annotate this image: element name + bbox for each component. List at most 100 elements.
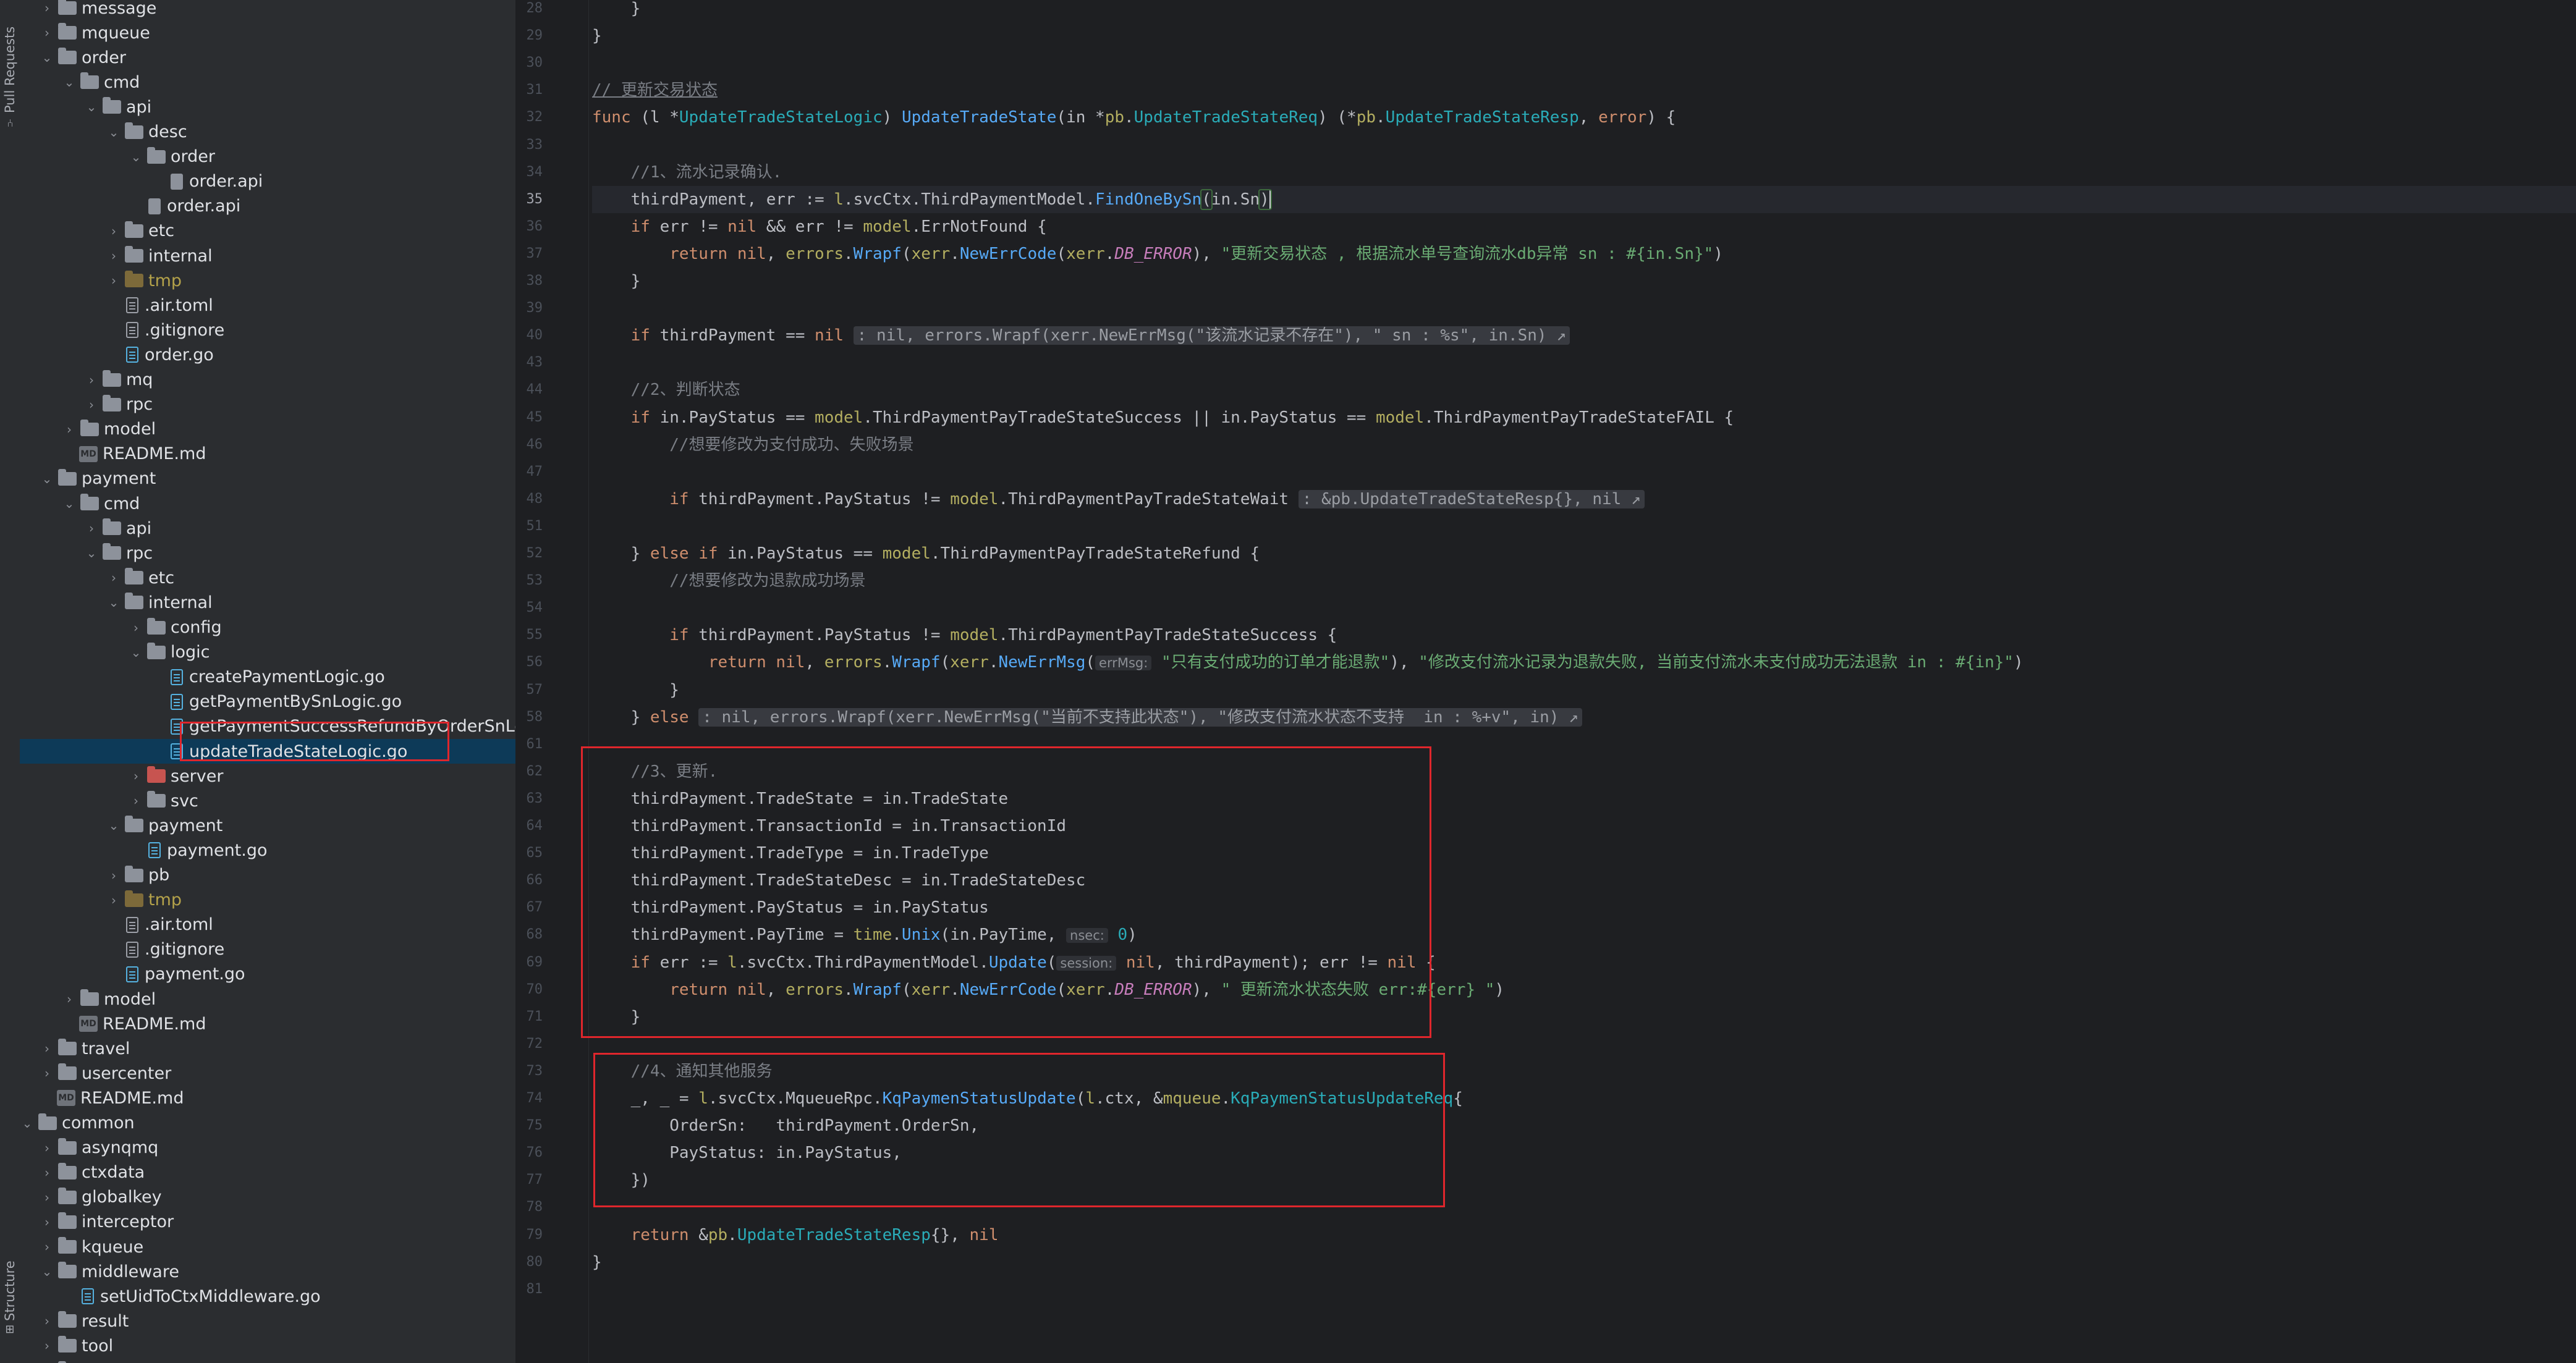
chevron-down-icon[interactable]: ⌄: [40, 1264, 54, 1279]
code-line[interactable]: OrderSn: thirdPayment.OrderSn,: [592, 1112, 979, 1139]
chevron-down-icon[interactable]: ⌄: [84, 99, 99, 114]
tree-file[interactable]: ›.gitignore: [20, 937, 515, 962]
code-line[interactable]: //3、更新.: [592, 758, 718, 785]
code-line[interactable]: return nil, errors.Wrapf(xerr.NewErrCode…: [592, 976, 1504, 1003]
tree-file[interactable]: ›updateTradeStateLogic.go: [20, 739, 515, 764]
chevron-right-icon[interactable]: ›: [106, 248, 121, 263]
code-line[interactable]: }: [592, 22, 602, 49]
code-line[interactable]: if thirdPayment == nil : nil, errors.Wra…: [592, 322, 1570, 349]
code-line[interactable]: return nil, errors.Wrapf(xerr.NewErrCode…: [592, 240, 1723, 268]
tree-file[interactable]: ›payment.go: [20, 838, 515, 863]
tree-folder[interactable]: › interceptor: [20, 1210, 515, 1234]
tree-folder[interactable]: ⌄ common: [20, 1111, 515, 1136]
tree-folder[interactable]: › etc: [20, 565, 515, 590]
code-line[interactable]: // 更新交易状态: [592, 77, 718, 104]
code-line[interactable]: }: [592, 268, 641, 295]
chevron-right-icon[interactable]: ›: [84, 397, 99, 412]
chevron-right-icon[interactable]: ›: [62, 422, 77, 437]
tree-folder[interactable]: ⌄ cmd: [20, 491, 515, 516]
code-line[interactable]: //4、通知其他服务: [592, 1058, 773, 1085]
chevron-down-icon[interactable]: ⌄: [40, 50, 54, 65]
chevron-right-icon[interactable]: ›: [106, 224, 121, 238]
code-line[interactable]: }: [592, 677, 679, 704]
code-line[interactable]: thirdPayment.PayTime = time.Unix(in.PayT…: [592, 921, 1137, 948]
code-line[interactable]: //想要修改为退款成功场景: [592, 567, 865, 594]
chevron-right-icon[interactable]: ›: [84, 521, 99, 536]
tree-file[interactable]: ›MDREADME.md: [20, 1086, 515, 1110]
tree-folder[interactable]: ⌄ internal: [20, 590, 515, 615]
code-line[interactable]: thirdPayment.TradeType = in.TradeType: [592, 840, 989, 867]
code-line[interactable]: //2、判断状态: [592, 376, 740, 403]
code-line[interactable]: thirdPayment.TradeState = in.TradeState: [592, 785, 1008, 812]
tree-folder[interactable]: › mq: [20, 368, 515, 392]
code-line[interactable]: }): [592, 1167, 650, 1194]
code-line[interactable]: if err != nil && err != model.ErrNotFoun…: [592, 213, 1047, 240]
tree-folder[interactable]: › svc: [20, 788, 515, 813]
tree-folder[interactable]: › ctxdata: [20, 1160, 515, 1185]
tree-file[interactable]: ›.gitignore: [20, 318, 515, 342]
tree-folder[interactable]: › rpc: [20, 392, 515, 417]
tree-folder[interactable]: › server: [20, 764, 515, 788]
code-editor[interactable]: 28 29 30 31 32 33 34 35 36 37 38 39 40 43 44 45 46 47 48 51…: [515, 0, 2576, 1363]
chevron-right-icon[interactable]: ›: [40, 1239, 54, 1254]
structure-tab[interactable]: ⊞ Structure: [2, 1242, 18, 1353]
chevron-right-icon[interactable]: ›: [40, 1215, 54, 1230]
code-line[interactable]: if thirdPayment.PayStatus != model.Third…: [592, 622, 1337, 649]
chevron-down-icon[interactable]: ⌄: [62, 496, 77, 511]
chevron-down-icon[interactable]: ⌄: [106, 595, 121, 610]
code-line[interactable]: } else : nil, errors.Wrapf(xerr.NewErrMs…: [592, 704, 1582, 731]
tree-folder[interactable]: ›uniqueid: [20, 1359, 515, 1363]
tree-file[interactable]: ›payment.go: [20, 962, 515, 987]
tree-file[interactable]: ›getPaymentSuccessRefundByOrderSnLogic.g…: [20, 714, 515, 739]
tree-folder[interactable]: › tmp: [20, 268, 515, 293]
code-line[interactable]: thirdPayment, err := l.svcCtx.ThirdPayme…: [592, 185, 2576, 213]
tree-folder[interactable]: › travel: [20, 1036, 515, 1061]
tree-folder[interactable]: › pb: [20, 863, 515, 888]
tree-file[interactable]: ›.air.toml: [20, 913, 515, 937]
code-line[interactable]: }: [592, 1249, 602, 1276]
code-line[interactable]: thirdPayment.TransactionId = in.Transact…: [592, 812, 1066, 840]
tree-folder[interactable]: › model: [20, 417, 515, 442]
tree-folder[interactable]: › usercenter: [20, 1061, 515, 1086]
tree-folder[interactable]: ⌄ rpc: [20, 541, 515, 565]
code-area[interactable]: }} // 更新交易状态 func (l *UpdateTradeStateLogi…: [592, 0, 2576, 1363]
tree-folder[interactable]: › config: [20, 615, 515, 640]
chevron-right-icon[interactable]: ›: [40, 1141, 54, 1155]
code-line[interactable]: func (l *UpdateTradeStateLogic) UpdateTr…: [592, 104, 1676, 131]
chevron-right-icon[interactable]: ›: [106, 893, 121, 908]
chevron-right-icon[interactable]: ›: [129, 620, 143, 635]
chevron-right-icon[interactable]: ›: [62, 992, 77, 1006]
tree-folder[interactable]: ⌄ middleware: [20, 1259, 515, 1284]
tree-folder[interactable]: › tool: [20, 1333, 515, 1358]
pull-requests-tab[interactable]: ⑂ Pull Requests: [2, 12, 18, 142]
chevron-right-icon[interactable]: ›: [106, 868, 121, 883]
tree-folder[interactable]: › globalkey: [20, 1185, 515, 1210]
code-line[interactable]: return nil, errors.Wrapf(xerr.NewErrMsg(…: [592, 649, 2023, 676]
tree-file[interactable]: ›MDREADME.md: [20, 1011, 515, 1036]
tree-folder[interactable]: › tmp: [20, 888, 515, 913]
chevron-right-icon[interactable]: ›: [40, 25, 54, 40]
chevron-down-icon[interactable]: ⌄: [106, 125, 121, 140]
chevron-right-icon[interactable]: ›: [129, 769, 143, 783]
code-line[interactable]: //1、流水记录确认.: [592, 159, 782, 186]
code-line[interactable]: if in.PayStatus == model.ThirdPaymentPay…: [592, 404, 1734, 431]
chevron-right-icon[interactable]: ›: [106, 570, 121, 585]
code-line[interactable]: return &pb.UpdateTradeStateResp{}, nil: [592, 1222, 999, 1249]
chevron-down-icon[interactable]: ⌄: [62, 75, 77, 90]
chevron-down-icon[interactable]: ⌄: [129, 645, 143, 660]
chevron-right-icon[interactable]: ›: [106, 273, 121, 288]
tree-folder[interactable]: ⌄ order: [20, 145, 515, 169]
tree-file[interactable]: ›.air.toml: [20, 293, 515, 318]
code-line[interactable]: _, _ = l.svcCtx.MqueueRpc.KqPaymenStatus…: [592, 1085, 1463, 1112]
code-line[interactable]: }: [592, 1003, 641, 1031]
code-line[interactable]: }: [592, 0, 641, 22]
tree-folder[interactable]: ⌄ api: [20, 95, 515, 119]
tree-folder[interactable]: › kqueue: [20, 1234, 515, 1259]
code-line[interactable]: thirdPayment.PayStatus = in.PayStatus: [592, 894, 989, 921]
chevron-down-icon[interactable]: ⌄: [106, 818, 121, 833]
tree-folder[interactable]: › api: [20, 516, 515, 541]
chevron-down-icon[interactable]: ⌄: [20, 1116, 35, 1131]
code-line[interactable]: PayStatus: in.PayStatus,: [592, 1139, 902, 1167]
tree-file[interactable]: ›order.go: [20, 342, 515, 367]
tree-folder[interactable]: ⌄ desc: [20, 120, 515, 145]
